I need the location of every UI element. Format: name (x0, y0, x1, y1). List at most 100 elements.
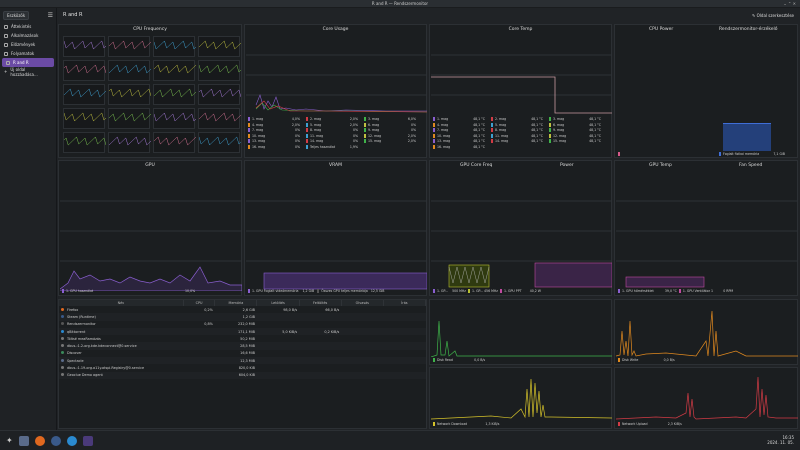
legend-entry: 7. mag 48,1 °C (433, 128, 491, 132)
cpu-core-frequency-minichart (153, 60, 197, 81)
panel-title-power: Power (560, 163, 574, 168)
cpu-core-frequency-minichart (108, 108, 152, 129)
table-cell (341, 364, 383, 371)
table-cell: 232,0 MiB (238, 322, 255, 327)
sidebar-item-label: Áttekintés (11, 24, 32, 29)
table-cell (183, 342, 215, 349)
legend-entry: 13. mag 48,1 °C (433, 139, 491, 143)
table-cell (257, 357, 299, 364)
table-cell (341, 335, 383, 342)
edit-page-button[interactable]: ✎ Oldal szerkesztése (752, 13, 794, 18)
core-usage-panel: Core Usage 1. mag 4,0% 2. mag 2,0% 3. mag 6,0… (244, 24, 427, 158)
sidebar-item-label: Alkalmazások (11, 33, 39, 38)
legend-entry: 8. mag 0% (306, 128, 364, 132)
legend-entry: 16. mag 0% (248, 144, 306, 149)
legend-entry: 6. mag 0% (364, 122, 422, 127)
legend-entry: 2. mag 48,1 °C (491, 117, 549, 121)
legend-entry: 2. mag 2,0% (306, 117, 364, 121)
steam-icon[interactable] (50, 435, 61, 446)
legend-entry: 5. mag 2,0% (306, 122, 364, 127)
table-cell (383, 328, 425, 335)
table-cell (257, 364, 299, 371)
sidebar-item-processes[interactable]: Folyamatok (0, 49, 56, 58)
table-row[interactable]: Töltsé meaRamázás 50,2 MiB (59, 335, 426, 342)
process-icon (61, 329, 64, 333)
sidebar-item-overview[interactable]: Áttekintés (0, 22, 56, 31)
network-upload-panel: Network Upload 2,3 KiB/s (614, 367, 798, 429)
legend-entry: 3. mag 48,1 °C (549, 117, 607, 121)
table-cell (383, 372, 425, 379)
history-icon (4, 42, 8, 47)
clock[interactable]: 16:35 2024. 11. 05. (767, 435, 794, 445)
process-icon (61, 314, 64, 318)
sidebar-item-add-page[interactable]: + Új oldal hozzáadása... (0, 67, 56, 77)
firefox-icon[interactable] (34, 435, 45, 446)
sidebar-item-history[interactable]: Előzmények (0, 40, 56, 49)
sidebar-item-label: Folyamatok (11, 51, 35, 56)
table-row[interactable]: Firefox 0,2% 2,6 GiB 98,0 B/s 66,0 B/s (59, 306, 426, 313)
system-monitor-icon[interactable] (82, 435, 93, 446)
legend-entry: 15. mag 2,0% (364, 139, 422, 143)
table-cell: Spectacle (59, 357, 183, 364)
network-upload-legend: Network Upload 2,3 KiB/s (618, 422, 682, 426)
sysmon-legend (618, 152, 622, 156)
gpu-legend-value: 10,0% (185, 289, 196, 293)
table-row[interactable]: qBittorrent 171,1 MiB 5,0 KiB/s 0,2 KiB/s (59, 327, 426, 336)
process-icon (61, 373, 64, 377)
table-row[interactable]: Geoclue Demo agent 604,0 KiB (59, 371, 426, 379)
disk-write-panel: Disk Write 0,0 B/s (614, 299, 798, 365)
disk-read-chart (431, 320, 612, 357)
table-cell (257, 321, 299, 328)
browser-icon[interactable] (66, 435, 77, 446)
table-cell (299, 313, 341, 320)
cpu-core-frequency-minichart (198, 60, 242, 81)
table-cell (299, 372, 341, 379)
cpu-core-frequency-minichart (63, 36, 107, 57)
table-cell (341, 328, 383, 335)
table-cell: 171,1 MiB (238, 329, 255, 334)
disk-read-panel: Disk Read 0,0 B/s (429, 299, 612, 365)
sidebar-item-applications[interactable]: Alkalmazások (0, 31, 56, 40)
legend-entry: 6. mag 48,1 °C (549, 122, 607, 127)
process-icon (61, 358, 64, 362)
vram-panel: VRAM 1. GPU Foglalt videómemória 1,2 GiB… (244, 160, 427, 296)
gpu-freq-legend: 1. GP... 500 MHz 1. GP... 456 MHz 1. GPU… (433, 289, 541, 293)
gpu-temp-fan-panel: GPU Temp Fan Speed 1. GPU hőmérséklet 39… (614, 160, 798, 296)
table-row[interactable]: Spectacle 12,3 MiB (59, 357, 426, 365)
panel-title-fan: Fan Speed (739, 163, 763, 168)
table-row[interactable]: dbus-:1.19-org.a11y.atspi.Registry@0.ser… (59, 364, 426, 371)
table-cell (383, 350, 425, 357)
disk-read-legend: Disk Read 0,0 B/s (433, 358, 485, 362)
table-cell (341, 313, 383, 320)
files-icon[interactable] (18, 435, 29, 446)
hamburger-menu-icon[interactable]: ☰ (48, 12, 53, 19)
legend-entry: Teljes használat 1,9% (306, 144, 364, 149)
cpu-core-frequency-minichart (153, 108, 197, 129)
overview-icon (4, 24, 8, 29)
process-table: Név CPU Memória Letöltés Feltöltés Olvasás Írá… (59, 300, 427, 379)
window-title: R and R — Rendszermonitor (371, 1, 429, 6)
disk-write-legend: Disk Write 0,0 B/s (618, 358, 675, 362)
process-table-panel: Név CPU Memória Letöltés Feltöltés Olvasás Írá… (58, 299, 427, 429)
table-cell: 0,2% (204, 307, 213, 312)
tools-dropdown[interactable]: Eszközök (3, 10, 30, 20)
app-launcher-icon[interactable]: ✦ (6, 436, 13, 445)
gpu-temp-chart (616, 200, 798, 288)
legend-entry: 4. mag 2,0% (248, 122, 306, 127)
legend-entry: 12. mag 2,0% (364, 133, 422, 138)
applications-icon (4, 33, 8, 38)
table-row[interactable]: Discover 16,6 MiB (59, 350, 426, 357)
legend-entry: 11. mag 0% (306, 133, 364, 138)
table-row[interactable]: dbus-:1.2-org.kde.kdeconnect@0.service 28… (59, 342, 426, 350)
window-controls[interactable]: ⌄ ⌃ ✕ (783, 0, 796, 8)
table-cell: 50,2 MiB (240, 336, 255, 341)
page-icon (6, 60, 10, 65)
panel-title: CPU Power (649, 27, 674, 32)
table-row[interactable]: Rendszermonitor 0,8% 232,0 MiB (59, 321, 426, 328)
edit-page-label: Oldal szerkesztése (756, 12, 794, 18)
page-title: R and R (63, 12, 83, 18)
legend-entry: 1. mag 4,0% (248, 117, 306, 121)
table-row[interactable]: Steam (Runtime) 1,2 GiB (59, 313, 426, 321)
processes-icon (4, 51, 8, 56)
table-cell: 1,2 GiB (242, 314, 255, 319)
